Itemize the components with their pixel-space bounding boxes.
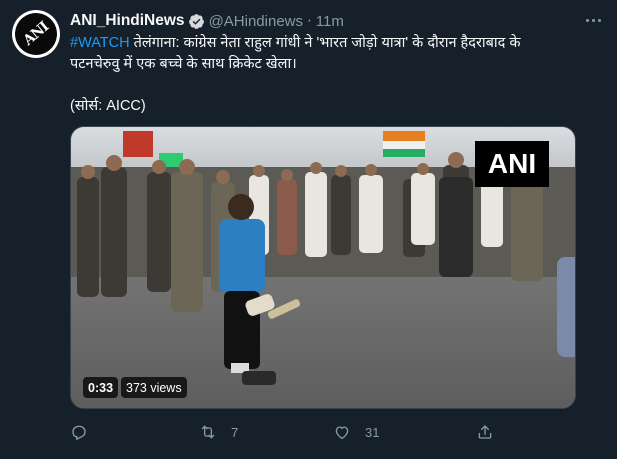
like-count: 31 xyxy=(365,424,380,440)
verified-badge-icon xyxy=(188,13,204,29)
avatar-logo-text: ANI xyxy=(20,19,52,49)
author-handle[interactable]: @AHindinews xyxy=(209,13,303,30)
like-button[interactable]: 31 xyxy=(333,420,379,444)
tweet-text-part-1: तेलंगाना: कांग्रेस नेता राहुल गांधी ने '… xyxy=(129,35,521,51)
hashtag-link[interactable]: #WATCH xyxy=(70,35,130,51)
retweet-icon xyxy=(201,425,215,439)
header-separator: · xyxy=(307,12,312,30)
tweet-actions: 7 31 xyxy=(62,420,542,444)
reply-icon xyxy=(72,425,86,441)
video-watermark: ANI xyxy=(475,141,549,187)
tweet-source: (सोर्स: AICC) xyxy=(70,98,146,114)
share-button[interactable] xyxy=(476,420,494,444)
retweet-button[interactable]: 7 xyxy=(199,420,238,444)
author-name[interactable]: ANI_HindiNews xyxy=(70,12,185,30)
video-player[interactable]: ANI 0:33 373 views xyxy=(70,126,576,409)
video-view-count: 373 views xyxy=(121,377,187,398)
tweet-text-line-1: #WATCH तेलंगाना: कांग्रेस नेता राहुल गां… xyxy=(70,33,595,54)
retweet-count: 7 xyxy=(231,424,239,440)
reply-button[interactable] xyxy=(70,420,102,444)
avatar[interactable]: ANI xyxy=(12,10,60,58)
video-duration: 0:33 xyxy=(83,377,119,398)
more-options-icon[interactable] xyxy=(580,10,606,30)
tweet-header: ANI_HindiNews @AHindinews · 11m xyxy=(70,11,344,31)
like-icon xyxy=(335,426,349,440)
tweet-timestamp[interactable]: 11m xyxy=(316,13,344,30)
avatar-logo: ANI xyxy=(12,10,60,58)
tweet[interactable]: ANI ANI_HindiNews @AHindinews · 11m #WAT… xyxy=(0,0,617,459)
tweet-text: #WATCH तेलंगाना: कांग्रेस नेता राहुल गां… xyxy=(70,33,595,75)
share-icon xyxy=(478,425,492,439)
tweet-text-line-2: पटनचेरुवु में एक बच्चे के साथ क्रिकेट खे… xyxy=(70,56,297,72)
